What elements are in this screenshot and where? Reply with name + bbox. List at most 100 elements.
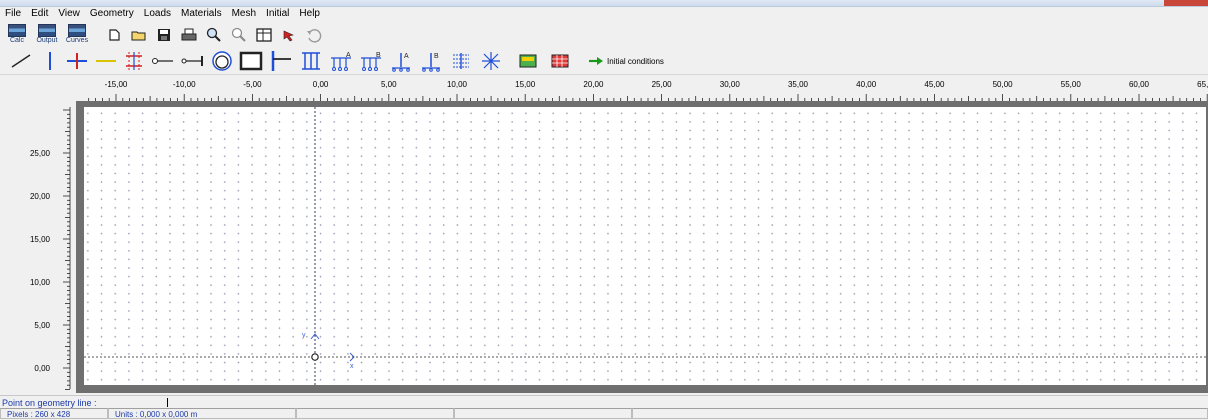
drawing-canvas[interactable]: y x [84, 107, 1206, 385]
materials-button[interactable] [514, 49, 542, 73]
x-ruler-label: 30,00 [720, 80, 741, 89]
zoom-out-icon [231, 27, 246, 42]
main-toolbar: Calc Output Curves [0, 22, 1208, 48]
menu-mesh[interactable]: Mesh [227, 6, 261, 22]
drain-tool-button[interactable] [448, 49, 474, 73]
x-ruler-label: 60,00 [1129, 80, 1150, 89]
vertical-ruler-svg: 25,00 20,00 15,00 10,00 5,00 0,00 [30, 107, 71, 390]
well-icon [482, 52, 500, 70]
x-ruler-label: -15,00 [105, 80, 128, 89]
x-ruler-label: -10,00 [173, 80, 196, 89]
menu-bar: File Edit View Geometry Loads Materials … [0, 6, 1208, 22]
calc-icon [8, 24, 26, 37]
curves-icon [68, 24, 86, 37]
geogrid-icon [271, 51, 291, 71]
point-load-b-button[interactable]: B [418, 49, 444, 73]
origin-marker [311, 353, 319, 361]
menu-initial[interactable]: Initial [261, 6, 294, 22]
materials-icon [519, 54, 537, 68]
geogrid-tool-button[interactable] [268, 49, 294, 73]
arrow-right-icon [589, 57, 603, 65]
status-panel-4 [454, 408, 632, 419]
tunnel-tool-button[interactable] [210, 49, 234, 73]
svg-text:B: B [376, 52, 381, 59]
y-ruler-label: 5,00 [34, 321, 50, 330]
fixed-end-anchor-button[interactable] [150, 49, 176, 73]
svg-text:B: B [434, 53, 439, 60]
standard-fixities-icon [302, 52, 320, 70]
node-tool-button[interactable] [40, 49, 60, 73]
horizontal-ruler-svg: -15,00 -10,00 -5,00 0,00 5,00 10,00 15,00 20,00… [88, 80, 1208, 101]
x-ruler-label: 10,00 [447, 80, 468, 89]
horizontal-ruler: -15,00 -10,00 -5,00 0,00 5,00 10,00 15,00 20,00… [84, 77, 1208, 101]
menu-loads[interactable]: Loads [139, 6, 176, 22]
plate-icon [239, 51, 263, 71]
output-button[interactable]: Output [34, 23, 60, 47]
node-to-node-anchor-button[interactable] [180, 49, 206, 73]
undo-icon [307, 29, 322, 43]
line-tool-button[interactable] [6, 49, 36, 73]
prescribed-displacement-button[interactable]: A [328, 49, 354, 73]
open-file-button[interactable] [128, 24, 150, 46]
load-a-icon: B [361, 52, 381, 71]
status-panel-3 [296, 408, 454, 419]
new-file-button[interactable] [103, 24, 125, 46]
interface-icon [67, 53, 87, 69]
distributed-load-a-button[interactable]: B [358, 49, 384, 73]
fixities-icon [126, 52, 142, 70]
menu-edit[interactable]: Edit [26, 6, 53, 22]
yellow-line-tool-button[interactable] [94, 49, 118, 73]
menu-help[interactable]: Help [294, 6, 325, 22]
line-icon [11, 54, 31, 68]
units-readout: Units : 0,000 x 0,000 m [108, 408, 296, 419]
mesh-button[interactable] [546, 49, 574, 73]
menu-geometry[interactable]: Geometry [85, 6, 139, 22]
standard-fixities-button[interactable] [298, 49, 324, 73]
pixels-readout: Pixels : 260 x 428 [0, 408, 108, 419]
save-button[interactable] [153, 24, 175, 46]
svg-text:A: A [404, 53, 409, 60]
y-ruler-label: 20,00 [30, 192, 51, 201]
initial-conditions-button[interactable]: Initial conditions [588, 50, 664, 72]
y-ruler-label: 15,00 [30, 235, 51, 244]
x-ruler-label: 15,00 [515, 80, 536, 89]
select-arrow-icon [283, 30, 294, 42]
well-tool-button[interactable] [478, 49, 504, 73]
new-file-icon [109, 29, 120, 41]
x-ruler-label: 25,00 [652, 80, 673, 89]
svg-text:A: A [346, 52, 351, 59]
interface-tool-button[interactable] [64, 49, 90, 73]
prescribed-displacement-icon: A [331, 52, 351, 71]
ruler-corner [0, 77, 84, 101]
menu-file[interactable]: File [0, 6, 26, 22]
zoom-in-button[interactable] [203, 24, 225, 46]
point-load-a-button[interactable]: A [388, 49, 414, 73]
curves-button[interactable]: Curves [64, 23, 90, 47]
fixities-tool-button[interactable] [122, 49, 146, 73]
calc-button[interactable]: Calc [4, 23, 30, 47]
y-ruler-label: 0,00 [34, 364, 50, 373]
status-panel-5 [632, 408, 1208, 419]
x-ruler-label: 35,00 [788, 80, 809, 89]
status-prompt: Point on geometry line : [2, 397, 97, 408]
table-icon [256, 28, 272, 42]
print-button[interactable] [178, 24, 200, 46]
x-ruler-label: 65,00 [1197, 80, 1208, 89]
point-load-a-icon: A [392, 53, 410, 72]
menu-view[interactable]: View [53, 6, 85, 22]
menu-materials[interactable]: Materials [176, 6, 227, 22]
plate-tool-button[interactable] [238, 49, 264, 73]
status-fields-row: Pixels : 260 x 428 Units : 0,000 x 0,000… [0, 408, 1208, 420]
open-folder-icon [131, 31, 146, 41]
command-input-caret[interactable] [166, 398, 168, 407]
y-ruler-label: 25,00 [30, 149, 51, 158]
geometry-toolbar: A B A B Initial conditions [0, 48, 1208, 75]
status-bar: Point on geometry line : Pixels : 260 x … [0, 395, 1208, 420]
status-prompt-row: Point on geometry line : [2, 397, 168, 408]
table-button[interactable] [253, 24, 275, 46]
mesh-icon [551, 54, 569, 68]
undo-button[interactable] [303, 24, 325, 46]
zoom-out-button[interactable] [228, 24, 250, 46]
fixed-end-anchor-icon [152, 58, 173, 64]
selection-button[interactable] [278, 24, 300, 46]
